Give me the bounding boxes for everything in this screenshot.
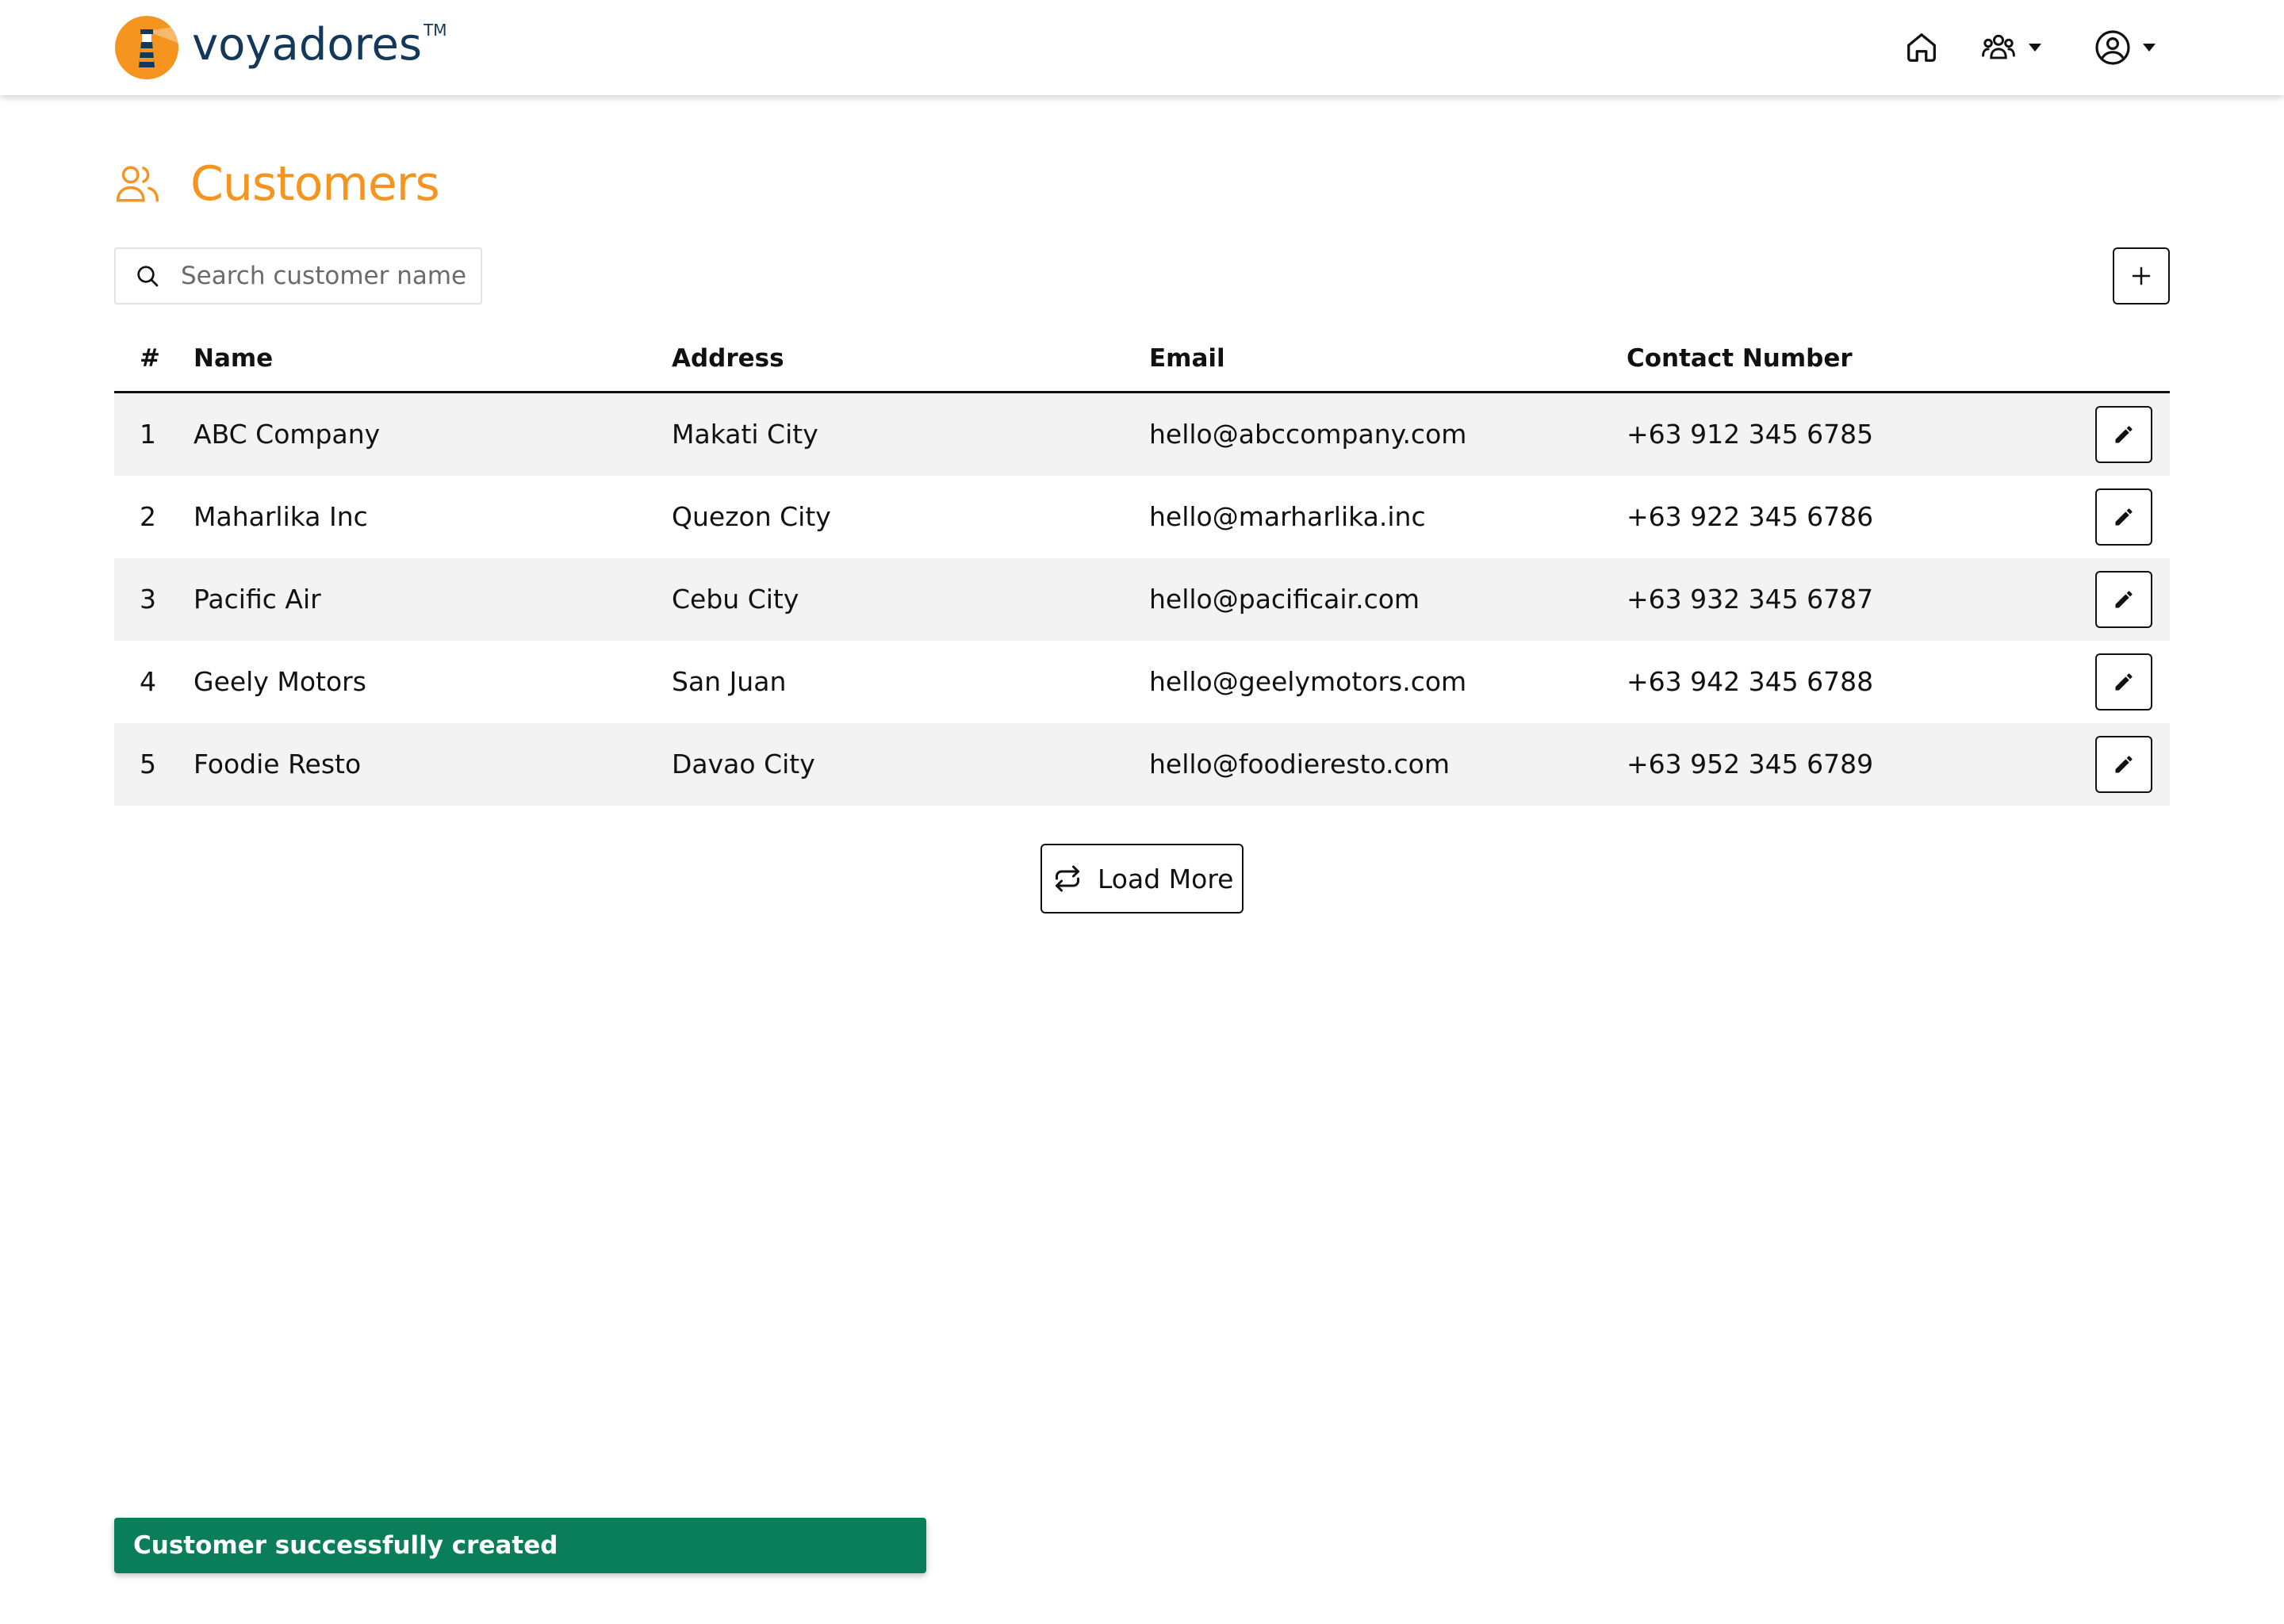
pencil-icon [2115,508,2133,526]
nav-team-dropdown[interactable] [1979,24,2059,71]
edit-button[interactable] [2095,571,2152,628]
team-icon [1982,34,2015,59]
page-header: Customers [114,155,440,213]
customers-table: # Name Address Email Contact Number 1 AB… [114,333,2170,806]
cell-name: Geely Motors [194,666,366,697]
cell-number: 2 [140,501,156,532]
pencil-icon [2115,426,2133,443]
edit-button[interactable] [2095,736,2152,793]
cell-contact-number: +63 932 345 6787 [1627,584,1874,615]
cell-number: 5 [140,749,156,779]
cell-name: Foodie Resto [194,749,362,779]
add-customer-button[interactable] [2113,247,2170,304]
cell-address: Quezon City [672,501,831,532]
repeat-icon [1056,865,1079,892]
top-navbar: voyadores TM [0,0,2284,95]
pencil-icon [2115,591,2133,608]
cell-contact-number: +63 952 345 6789 [1627,749,1874,779]
cell-contact-number: +63 912 345 6785 [1627,419,1874,450]
edit-button[interactable] [2095,653,2152,710]
column-header-name: Name [194,344,274,373]
plus-icon [2132,266,2151,285]
column-header-number: # [140,344,160,373]
nav-home-button[interactable] [1903,24,1951,71]
cell-name: ABC Company [194,419,381,450]
edit-button[interactable] [2095,488,2152,546]
cell-number: 3 [140,584,156,615]
load-more-label: Load More [1098,863,1234,894]
brand-name: voyadores [192,18,423,71]
column-header-contact-number: Contact Number [1627,344,1853,373]
cell-number: 4 [140,666,156,697]
cell-address: Cebu City [672,584,799,615]
chevron-down-icon [2029,44,2041,52]
cell-contact-number: +63 942 345 6788 [1627,666,1874,697]
nav-user-dropdown[interactable] [2094,24,2173,71]
cell-address: Makati City [672,419,818,450]
trademark-mark: TM [423,21,447,40]
table-header: # Name Address Email Contact Number [114,333,2170,393]
chevron-down-icon [2143,44,2156,52]
table-row: 2 Maharlika Inc Quezon City hello@marhar… [114,476,2170,558]
table-row: 1 ABC Company Makati City hello@abccompa… [114,393,2170,476]
cell-name: Maharlika Inc [194,501,368,532]
column-header-address: Address [672,344,784,373]
brand-logo[interactable]: voyadores TM [114,14,447,81]
cell-name: Pacific Air [194,584,321,615]
pencil-icon [2115,756,2133,773]
cell-address: San Juan [672,666,787,697]
cell-contact-number: +63 922 345 6786 [1627,501,1874,532]
search-input[interactable] [181,262,466,290]
column-header-email: Email [1149,344,1225,373]
success-toast: Customer successfully created [114,1518,926,1573]
table-row: 5 Foodie Resto Davao City hello@foodiere… [114,723,2170,806]
table-row: 4 Geely Motors San Juan hello@geelymotor… [114,641,2170,723]
users-icon [116,166,159,202]
search-box[interactable] [114,247,482,304]
cell-email: hello@geelymotors.com [1149,666,1467,697]
lighthouse-logo-icon [115,16,179,79]
cell-email: hello@marharlika.inc [1149,501,1426,532]
user-circle-icon [2095,30,2130,65]
table-row: 3 Pacific Air Cebu City hello@pacificair… [114,558,2170,641]
cell-email: hello@foodieresto.com [1149,749,1450,779]
cell-email: hello@abccompany.com [1149,419,1467,450]
load-more-button[interactable]: Load More [1040,844,1244,914]
edit-button[interactable] [2095,406,2152,463]
cell-email: hello@pacificair.com [1149,584,1420,615]
cell-number: 1 [140,419,156,450]
pencil-icon [2115,673,2133,691]
home-icon [1907,33,1936,62]
cell-address: Davao City [672,749,815,779]
toast-message: Customer successfully created [133,1531,558,1560]
search-icon [137,266,159,287]
page-title: Customers [190,156,440,212]
